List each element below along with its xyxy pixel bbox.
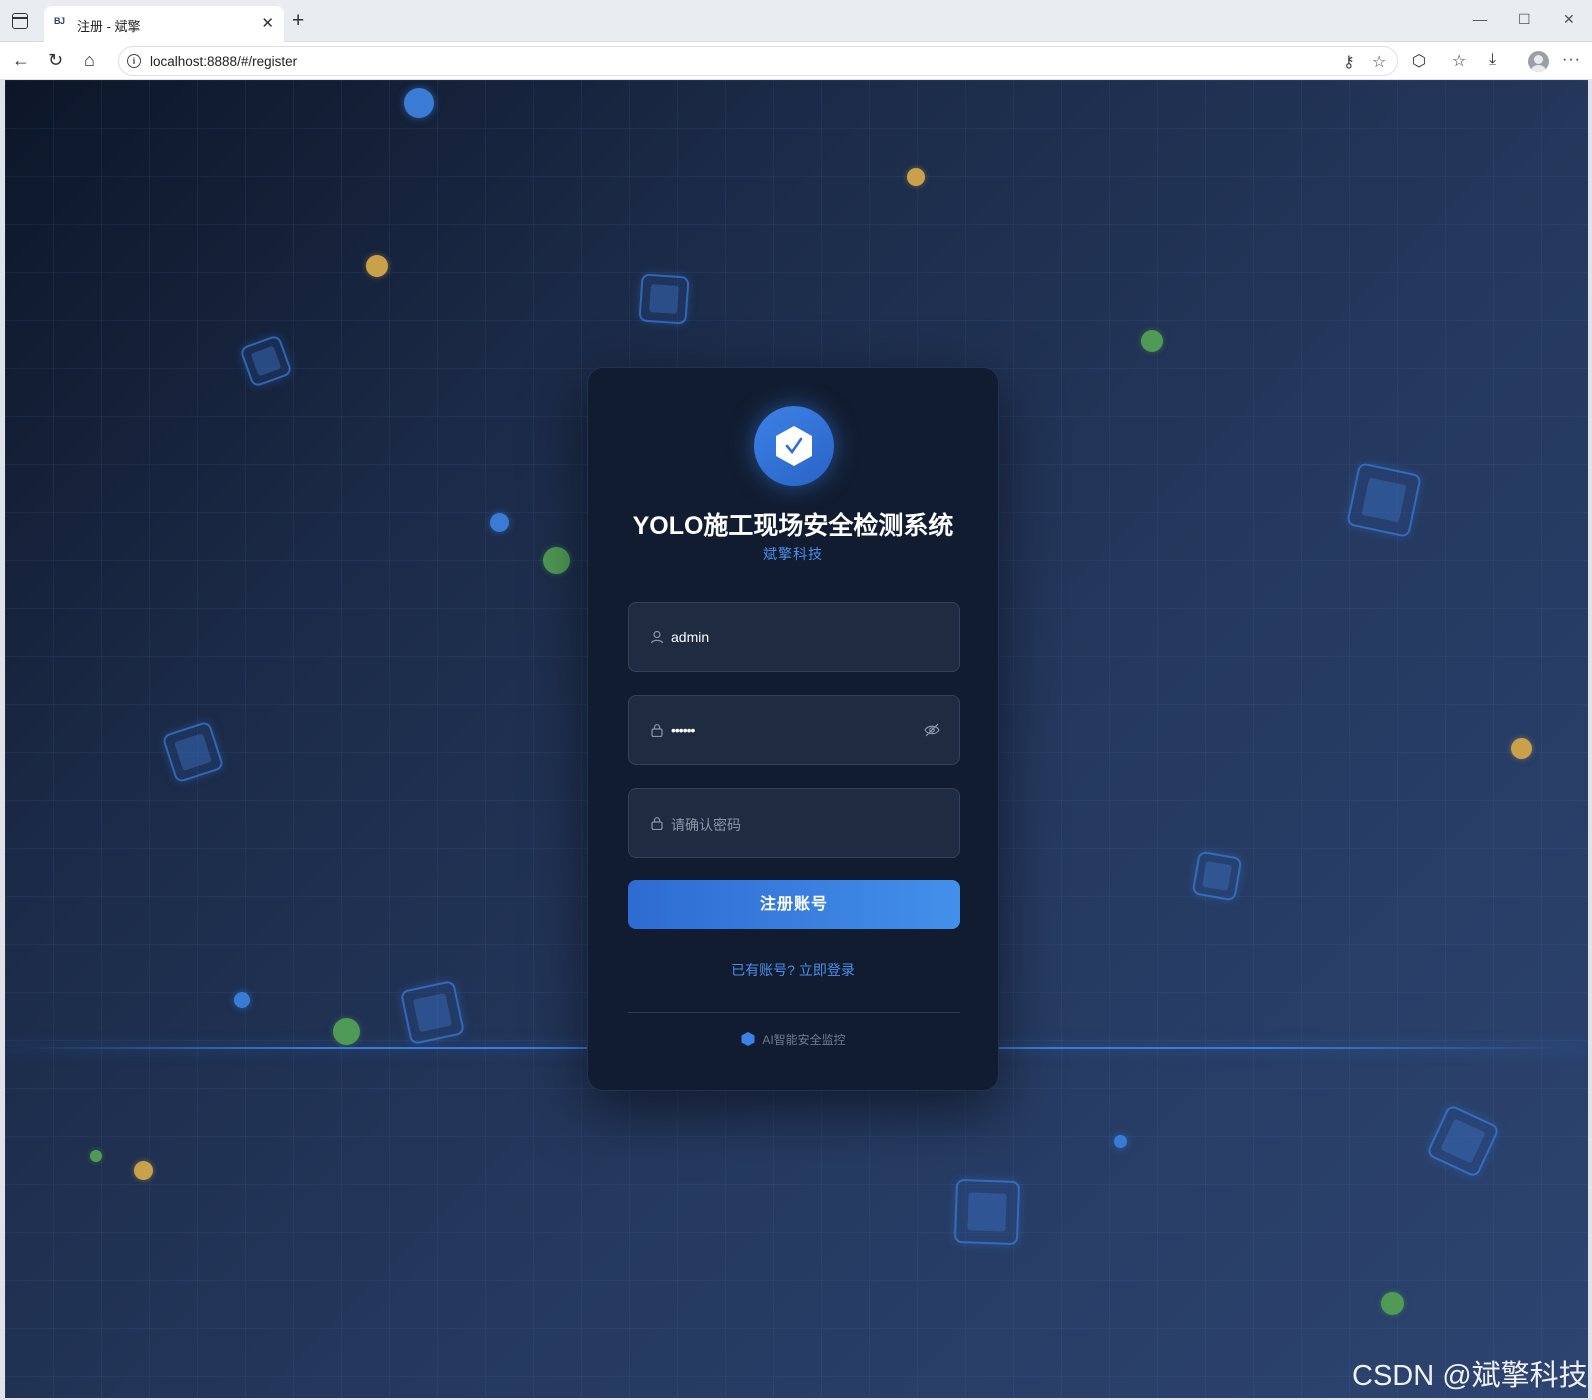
- confirm-password-field[interactable]: 请确认密码: [628, 788, 960, 858]
- key-icon[interactable]: ⚷: [1343, 52, 1355, 72]
- decor-dot: [1511, 738, 1532, 759]
- more-menu-icon[interactable]: ···: [1562, 51, 1581, 69]
- username-field[interactable]: admin: [628, 602, 960, 672]
- csdn-watermark: CSDN @斌擎科技: [1352, 1360, 1588, 1392]
- decor-dot: [490, 513, 509, 532]
- decor-cube: [638, 273, 690, 325]
- back-button[interactable]: ←: [12, 50, 30, 70]
- decor-dot: [366, 255, 388, 277]
- decor-dot: [404, 88, 434, 118]
- close-window-button[interactable]: ✕: [1563, 11, 1575, 28]
- browser-tab[interactable]: BJ 注册 - 斌擎 ✕: [44, 6, 284, 42]
- favorite-star-icon[interactable]: ☆: [1372, 52, 1386, 72]
- extensions-icon[interactable]: ⬡: [1412, 51, 1426, 71]
- profile-avatar[interactable]: [1528, 51, 1549, 72]
- password-field[interactable]: ••••••: [628, 695, 960, 765]
- decor-dot: [333, 1018, 360, 1045]
- decor-cube: [399, 979, 466, 1046]
- divider: [628, 1012, 960, 1013]
- decor-dot: [1381, 1292, 1404, 1315]
- register-card: YOLO施工现场安全检测系统 斌擎科技 admin •••••• 请确认密码 注…: [587, 367, 999, 1091]
- browser-tab-bar: BJ 注册 - 斌擎 ✕ + — ☐ ✕: [0, 0, 1592, 42]
- decor-cube: [953, 1178, 1021, 1246]
- footer-text: AI智能安全监控: [762, 1033, 846, 1047]
- login-link[interactable]: 已有账号? 立即登录: [588, 960, 998, 980]
- site-info-icon[interactable]: i: [127, 54, 141, 68]
- maximize-button[interactable]: ☐: [1518, 11, 1531, 28]
- home-button[interactable]: ⌂: [84, 50, 95, 70]
- decor-dot: [1141, 330, 1163, 352]
- lock-icon: [651, 817, 663, 830]
- new-tab-button[interactable]: +: [292, 9, 304, 33]
- tab-close-icon[interactable]: ✕: [261, 14, 274, 32]
- decor-dot: [543, 547, 570, 574]
- url-text[interactable]: localhost:8888/#/register: [150, 54, 297, 69]
- footer: AI智能安全监控: [588, 1031, 998, 1048]
- shield-check-logo-icon: [754, 406, 834, 486]
- company-name: 斌擎科技: [763, 546, 823, 562]
- decor-dot: [1114, 1135, 1127, 1148]
- password-value[interactable]: ••••••: [671, 722, 695, 738]
- username-value[interactable]: admin: [671, 629, 709, 645]
- sidebar-toggle-icon[interactable]: [12, 13, 28, 29]
- downloads-icon[interactable]: ⤓: [1489, 51, 1496, 69]
- eye-hidden-icon[interactable]: [924, 723, 940, 737]
- user-icon: [650, 630, 664, 644]
- minimize-button[interactable]: —: [1473, 11, 1487, 27]
- decor-dot: [907, 168, 925, 186]
- lock-icon: [651, 724, 663, 737]
- address-toolbar: ← ↻ ⌂ i localhost:8888/#/register ⚷ ☆ ⬡ …: [0, 42, 1592, 80]
- confirm-password-placeholder[interactable]: 请确认密码: [671, 815, 741, 835]
- decor-cube: [1191, 850, 1243, 902]
- decor-dot: [234, 992, 250, 1008]
- decor-cube: [1346, 462, 1422, 538]
- register-button[interactable]: 注册账号: [628, 880, 960, 929]
- tab-title: 注册 - 斌擎: [77, 19, 141, 34]
- register-page: YOLO施工现场安全检测系统 斌擎科技 admin •••••• 请确认密码 注…: [5, 80, 1588, 1398]
- favorites-icon[interactable]: ☆: [1452, 51, 1466, 71]
- hexagon-icon: [741, 1032, 755, 1046]
- url-bar[interactable]: i localhost:8888/#/register ⚷ ☆: [118, 46, 1398, 76]
- tab-favicon-icon: BJ: [54, 16, 65, 26]
- reload-button[interactable]: ↻: [48, 50, 63, 70]
- decor-dot: [90, 1150, 102, 1162]
- decor-dot: [134, 1161, 153, 1180]
- app-title: YOLO施工现场安全检测系统: [632, 512, 954, 540]
